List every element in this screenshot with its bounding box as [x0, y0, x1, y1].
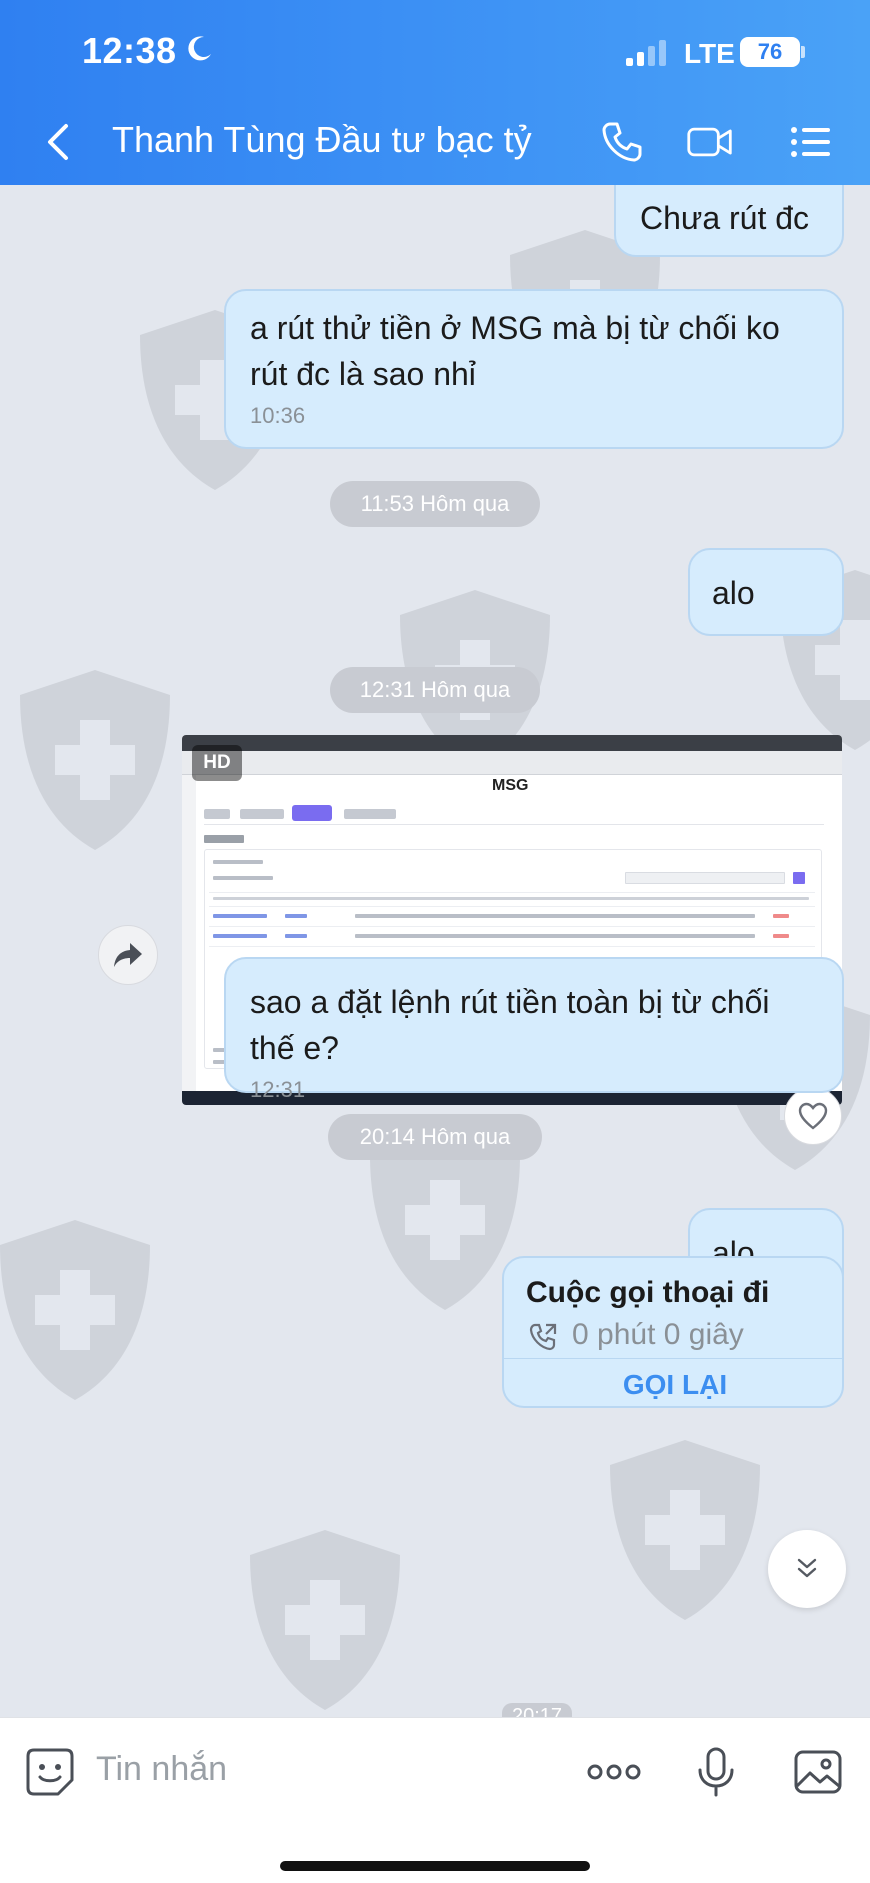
video-call-icon[interactable] [686, 118, 734, 166]
screenshot-row-line [209, 926, 815, 927]
screenshot-page-title [204, 835, 244, 843]
callback-button[interactable]: GỌI LẠI [504, 1359, 842, 1406]
screenshot-cell [773, 914, 789, 918]
call-duration: 0 phút 0 giây [572, 1318, 744, 1351]
screenshot-cell [355, 914, 755, 918]
shield-watermark-icon [0, 1220, 150, 1400]
date-separator: 11:53 Hôm qua [330, 481, 540, 527]
message-input-bar: Tin nhắn [0, 1717, 870, 1883]
message-list[interactable]: Chưa rút đc a rút thử tiền ở MSG mà bị t… [0, 185, 870, 1717]
chat-title[interactable]: Thanh Tùng Đầu tư bạc tỷ [112, 119, 532, 161]
message-text: alo [712, 575, 755, 611]
screenshot-row-line [209, 906, 815, 907]
screenshot-cell [355, 934, 755, 938]
screenshot-cell [213, 914, 267, 918]
battery-level: 76 [757, 39, 783, 64]
back-icon[interactable] [40, 120, 80, 164]
shield-watermark-icon [20, 670, 170, 850]
screenshot-browser-tabs [182, 735, 842, 751]
date-separator: 20:17 [502, 1703, 572, 1717]
screenshot-cell [285, 914, 307, 918]
screenshot-sidebar [182, 775, 196, 1091]
screenshot-logo: MSG [492, 777, 529, 794]
date-separator: 12:31 Hôm qua [330, 667, 540, 713]
message-bubble-outgoing[interactable]: Chưa rút đc [614, 185, 844, 257]
call-title: Cuộc gọi thoại đi [526, 1276, 770, 1309]
message-text: Chưa rút đc [640, 200, 810, 236]
message-bubble-outgoing[interactable]: alo [688, 548, 844, 636]
message-bubble-outgoing[interactable]: sao a đặt lệnh rút tiền toàn bị từ chối … [224, 957, 844, 1102]
screenshot-row-line [209, 946, 815, 947]
status-time: 12:38 [82, 30, 177, 71]
share-button[interactable] [98, 925, 158, 985]
battery-icon: 76 [740, 37, 800, 67]
screenshot-row-line [209, 892, 815, 893]
call-card[interactable]: Cuộc gọi thoại đi 0 phút 0 giây GỌI LẠI [502, 1256, 844, 1408]
message-time: 12:31 [250, 1077, 306, 1102]
screenshot-nav [204, 803, 824, 825]
network-type: LTE [684, 38, 735, 69]
screenshot-cell [213, 934, 267, 938]
shield-watermark-icon [250, 1530, 400, 1710]
message-time: 10:36 [250, 403, 306, 428]
heart-icon [798, 1102, 828, 1130]
battery-tip [801, 46, 805, 58]
more-options-icon[interactable] [586, 1748, 642, 1796]
screenshot-cell [213, 876, 273, 880]
screenshot-cell [285, 934, 307, 938]
message-bubble-outgoing[interactable]: a rút thử tiền ở MSG mà bị từ chối ko rú… [224, 289, 844, 449]
screenshot-search [625, 872, 785, 884]
signal-icon [626, 40, 666, 66]
microphone-icon[interactable] [690, 1746, 742, 1798]
hd-badge: HD [192, 745, 242, 781]
screenshot-header-row [213, 897, 809, 900]
date-separator: 20:14 Hôm qua [328, 1114, 542, 1160]
message-text: a rút thử tiền ở MSG mà bị từ chối ko rú… [250, 310, 780, 392]
phone-call-icon[interactable] [598, 118, 646, 166]
scroll-to-bottom-button[interactable] [768, 1530, 846, 1608]
chevron-double-down-icon [797, 1558, 817, 1578]
message-text: sao a đặt lệnh rút tiền toàn bị từ chối … [250, 984, 770, 1066]
share-forward-icon [114, 943, 142, 967]
screenshot-cell [213, 860, 263, 864]
screenshot-cell [773, 934, 789, 938]
message-input[interactable]: Tin nhắn [96, 1750, 227, 1789]
sticker-icon[interactable] [24, 1746, 76, 1798]
outgoing-call-icon [529, 1323, 557, 1351]
screenshot-nav-item [344, 809, 396, 819]
moon-icon [188, 36, 211, 61]
shield-watermark-icon [610, 1440, 760, 1620]
chat-header: 12:38 LTE 76 Thanh Tùng Đầu tư bạc tỷ [0, 0, 870, 185]
image-gallery-icon[interactable] [792, 1746, 844, 1798]
screenshot-nav-item [240, 809, 284, 819]
screenshot-nav-item [204, 809, 230, 819]
menu-list-icon[interactable] [786, 118, 834, 166]
screenshot-search-button [793, 872, 805, 884]
home-indicator [280, 1861, 590, 1871]
screenshot-address-bar [182, 751, 842, 775]
screenshot-nav-active [292, 805, 332, 821]
